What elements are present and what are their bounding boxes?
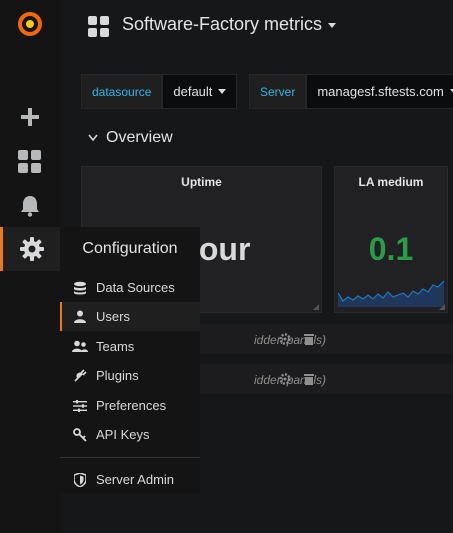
- variable-datasource: datasource default: [81, 74, 238, 109]
- sparkline: [338, 280, 444, 307]
- row-settings-gear-icon[interactable]: [279, 372, 291, 390]
- menu-item-plugins[interactable]: Plugins: [60, 361, 200, 390]
- menu-item-label: Teams: [96, 339, 135, 354]
- menu-item-label: Data Sources: [96, 280, 175, 295]
- database-icon: [71, 281, 89, 295]
- configuration-menu-title: Configuration: [82, 240, 178, 257]
- menu-item-users[interactable]: Users: [60, 302, 200, 331]
- alerting-bell-icon[interactable]: [0, 184, 60, 228]
- plug-icon: [71, 368, 89, 383]
- dashboard-title[interactable]: Software-Factory metrics: [122, 14, 337, 35]
- menu-item-label: Preferences: [96, 398, 167, 413]
- dashboards-icon[interactable]: [0, 140, 60, 184]
- row-settings-gear-icon[interactable]: [279, 332, 291, 350]
- variable-value: managesf.sftests.com: [317, 84, 444, 99]
- panel-title: Uptime: [181, 175, 222, 189]
- menu-item-label: Server Admin: [96, 472, 175, 487]
- shield-icon: [71, 472, 89, 487]
- chevron-down-icon: [88, 134, 98, 142]
- panel-title: LA medium: [358, 175, 424, 189]
- menu-item-label: Users: [96, 309, 130, 324]
- menu-item-server-admin[interactable]: Server Admin: [60, 465, 200, 494]
- chevron-down-icon: [218, 89, 227, 94]
- dashboard-title-text: Software-Factory metrics: [122, 14, 323, 34]
- menu-item-teams[interactable]: Teams: [60, 332, 200, 361]
- resize-handle-icon[interactable]: [313, 304, 319, 310]
- menu-divider: [60, 457, 200, 458]
- grafana-logo-icon[interactable]: [0, 2, 60, 46]
- sliders-icon: [71, 399, 89, 412]
- resize-handle-icon[interactable]: [439, 304, 445, 310]
- panel-la-medium[interactable]: LA medium 0.1: [334, 166, 448, 313]
- variable-server: Server managesf.sftests.com: [249, 74, 453, 109]
- menu-item-label: API Keys: [96, 427, 150, 442]
- key-icon: [71, 427, 89, 442]
- menu-item-data-sources[interactable]: Data Sources: [60, 273, 200, 302]
- create-plus-icon[interactable]: [0, 95, 60, 139]
- configuration-menu: Data Sources Users Teams Plugins Prefere…: [60, 271, 200, 493]
- user-icon: [71, 310, 89, 323]
- configuration-gear-icon[interactable]: [0, 227, 60, 271]
- variable-value: default: [173, 84, 213, 99]
- row-delete-trash-icon[interactable]: [304, 372, 314, 390]
- variable-select[interactable]: default: [162, 74, 238, 109]
- sidebar: [0, 0, 60, 533]
- dashboard-grid-icon: [88, 16, 110, 43]
- row-title: Overview: [106, 129, 173, 146]
- configuration-menu-header[interactable]: Configuration: [60, 227, 200, 271]
- team-icon: [71, 340, 89, 353]
- row-overview[interactable]: Overview: [88, 129, 173, 147]
- variable-select[interactable]: managesf.sftests.com: [306, 74, 453, 109]
- menu-item-label: Plugins: [96, 368, 139, 383]
- row-delete-trash-icon[interactable]: [304, 332, 314, 350]
- chevron-down-icon: [328, 22, 337, 28]
- variable-label: datasource: [81, 74, 163, 109]
- stat-value: 0.1: [368, 231, 414, 267]
- variable-label: Server: [249, 74, 307, 109]
- menu-item-api-keys[interactable]: API Keys: [60, 420, 200, 449]
- menu-item-preferences[interactable]: Preferences: [60, 391, 200, 420]
